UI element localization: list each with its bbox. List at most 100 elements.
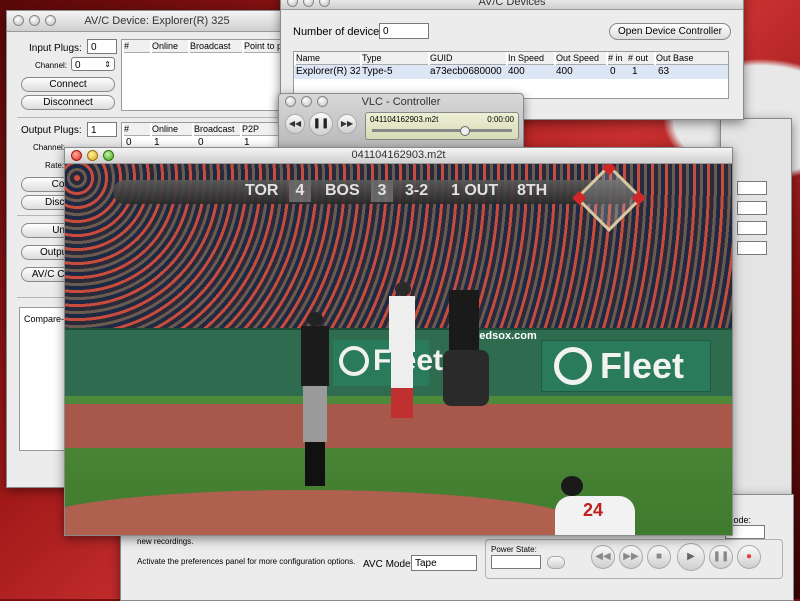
power-state-field[interactable]	[491, 555, 541, 569]
info-line-1: new recordings.	[137, 537, 194, 546]
output-channel-label: Channel:	[33, 143, 66, 152]
cell-num-in: 0	[610, 66, 616, 77]
devices-zoom-button[interactable]	[319, 0, 330, 7]
col-num-out[interactable]: # out	[628, 52, 654, 65]
output-col-broadcast[interactable]: Broadcast	[194, 123, 240, 136]
vlc-seek-track[interactable]	[372, 126, 512, 136]
window-controls	[13, 15, 56, 26]
connect-button[interactable]: Connect	[21, 77, 115, 92]
info-line-2: Activate the preferences panel for more …	[137, 557, 356, 566]
cell-name: Explorer(R) 325	[296, 66, 360, 77]
open-device-controller-button[interactable]: Open Device Controller	[609, 23, 731, 40]
player-number: 24	[583, 500, 604, 520]
video-frame[interactable]: Fleet redsox.com Fleet 24	[65, 164, 732, 535]
avc-device-titlebar[interactable]: AV/C Device: Explorer(R) 325	[7, 11, 307, 32]
col-in-speed[interactable]: In Speed	[508, 52, 554, 65]
avc-mode-label: AVC Mode:	[363, 559, 414, 570]
col-type[interactable]: Type	[362, 52, 428, 65]
vlc-lcd-display: 041104162903.m2t 0:00:00	[365, 112, 519, 140]
avc-device-title: AV/C Device: Explorer(R) 325	[84, 15, 230, 27]
vlc-seek-knob[interactable]	[460, 126, 470, 136]
stepper-arrows-icon: ⇕	[104, 60, 111, 69]
scorebug-outs: 1 OUT	[451, 182, 499, 199]
play-icon[interactable]: ▶	[677, 543, 705, 571]
video-titlebar[interactable]: 041104162903.m2t	[65, 148, 732, 164]
cell-type: Type-5	[362, 66, 393, 77]
video-close-button[interactable]	[71, 150, 82, 161]
cell-out-base: 63	[658, 66, 670, 77]
input-col-broadcast[interactable]: Broadcast	[190, 40, 242, 53]
avc-mode-field[interactable]: Tape	[411, 555, 477, 571]
output-plugs-field[interactable]: 1	[87, 122, 117, 137]
input-col-num[interactable]: #	[124, 40, 150, 53]
output-plugs-label: Output Plugs:	[21, 125, 82, 136]
disconnect-button[interactable]: Disconnect	[21, 95, 115, 110]
pitcher-figure	[301, 312, 331, 488]
video-window: 041104162903.m2t Fleet redsox.com Fleet	[64, 147, 733, 536]
avc-devices-title: AV/C Devices	[478, 0, 546, 8]
channel-stepper[interactable]: 0 ⇕	[71, 57, 115, 71]
right-field-1[interactable]	[737, 181, 767, 195]
col-name[interactable]: Name	[296, 52, 360, 65]
vlc-pause-icon[interactable]: ❚❚	[309, 112, 333, 136]
scorebug: TOR 4 BOS 3 3-2 1 OUT 8TH	[113, 180, 633, 204]
vlc-window-controls	[285, 96, 328, 107]
catcher-umpire-figure	[435, 290, 497, 414]
devices-close-button[interactable]	[287, 0, 298, 7]
col-num-in[interactable]: # in	[608, 52, 628, 65]
scorebug-away-team: TOR	[245, 182, 279, 199]
fleet-logo-right-icon	[554, 347, 592, 385]
scorebug-away-score: 4	[289, 180, 311, 202]
num-devices-field[interactable]: 0	[379, 23, 429, 39]
right-field-2[interactable]	[737, 201, 767, 215]
output-col-num[interactable]: #	[124, 123, 150, 136]
avc-devices-titlebar[interactable]: AV/C Devices	[281, 0, 743, 10]
power-state-label: Power State:	[491, 545, 537, 554]
power-toggle-button[interactable]	[547, 556, 565, 569]
runner-figure: 24	[555, 476, 635, 535]
record-icon[interactable]: ●	[737, 545, 761, 569]
col-out-speed[interactable]: Out Speed	[556, 52, 606, 65]
vlc-titlebar[interactable]: VLC - Controller	[279, 94, 523, 110]
pause-icon[interactable]: ❚❚	[709, 545, 733, 569]
table-row[interactable]: Explorer(R) 325 Type-5 a73ecb0680000 400…	[294, 65, 728, 79]
stop-icon[interactable]: ■	[647, 545, 671, 569]
input-plugs-table[interactable]: # Online Broadcast Point to p	[121, 39, 301, 111]
fleet-logo-icon	[339, 346, 369, 376]
video-title: 041104162903.m2t	[351, 149, 446, 161]
divider-1	[17, 117, 301, 118]
vlc-time: 0:00:00	[487, 115, 514, 124]
output-col-online[interactable]: Online	[152, 123, 192, 136]
vlc-zoom-button[interactable]	[317, 96, 328, 107]
zoom-button[interactable]	[45, 15, 56, 26]
col-guid[interactable]: GUID	[430, 52, 506, 65]
log-text: Compare-s	[24, 314, 69, 324]
channel-value: 0	[75, 60, 81, 71]
rewind-icon[interactable]: ◀◀	[591, 545, 615, 569]
input-col-online[interactable]: Online	[152, 40, 188, 53]
scorebug-home-score: 3	[371, 180, 393, 202]
vlc-forward-icon[interactable]: ▶▶	[337, 114, 357, 134]
devices-table[interactable]: Name Type GUID In Speed Out Speed # in #…	[293, 51, 729, 99]
channel-label: Channel:	[35, 61, 68, 70]
video-zoom-button[interactable]	[103, 150, 114, 161]
col-out-base[interactable]: Out Base	[656, 52, 728, 65]
devices-minimize-button[interactable]	[303, 0, 314, 7]
video-window-controls	[71, 150, 114, 161]
batter-figure	[387, 282, 417, 422]
vlc-close-button[interactable]	[285, 96, 296, 107]
right-field-4[interactable]	[737, 241, 767, 255]
fast-forward-icon[interactable]: ▶▶	[619, 545, 643, 569]
right-field-3[interactable]	[737, 221, 767, 235]
scorebug-home-team: BOS	[325, 182, 360, 199]
close-button[interactable]	[13, 15, 24, 26]
vlc-minimize-button[interactable]	[301, 96, 312, 107]
video-minimize-button[interactable]	[87, 150, 98, 161]
cell-in-speed: 400	[508, 66, 525, 77]
input-plugs-field[interactable]: 0	[87, 39, 117, 54]
devices-window-controls	[287, 0, 330, 7]
minimize-button[interactable]	[29, 15, 40, 26]
num-devices-label: Number of devices:	[293, 26, 388, 38]
vlc-rewind-icon[interactable]: ◀◀	[285, 114, 305, 134]
scorebug-inning: 8TH	[517, 182, 548, 199]
